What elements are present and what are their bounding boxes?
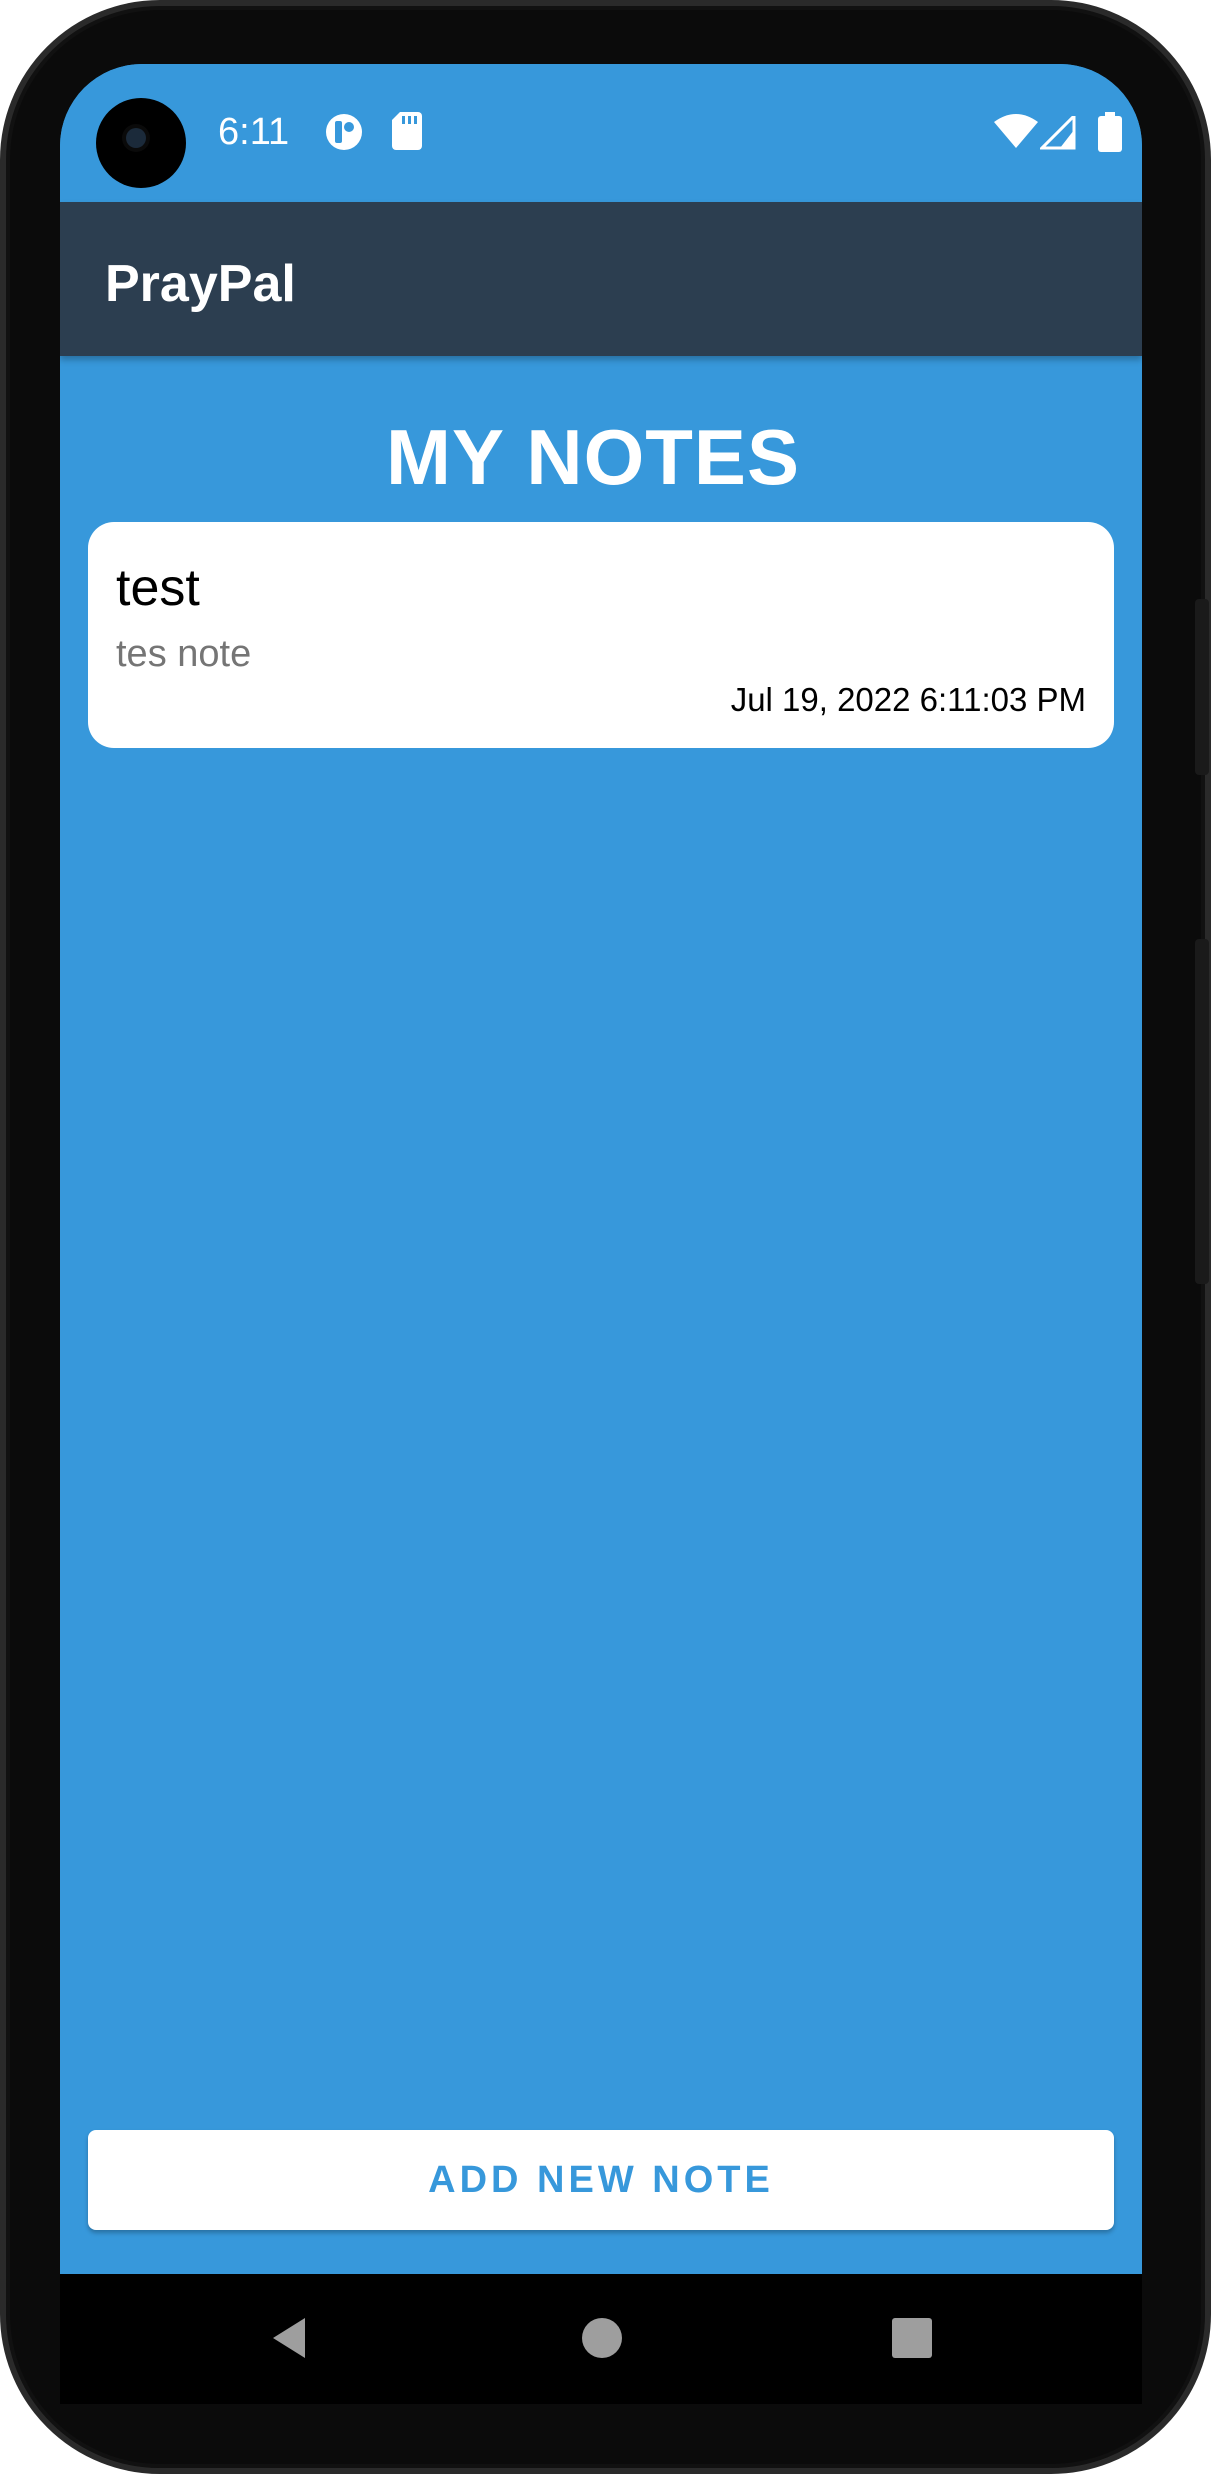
status-time: 6:11: [218, 111, 290, 153]
volume-button: [1195, 939, 1209, 1284]
note-card[interactable]: test tes note Jul 19, 2022 6:11:03 PM: [88, 522, 1114, 748]
recents-icon[interactable]: [890, 2310, 946, 2371]
r-app-icon: [324, 112, 364, 157]
sd-card-icon: [392, 112, 422, 155]
page-title: MY NOTES: [386, 413, 800, 501]
status-bar: 6:11: [60, 64, 1142, 202]
wifi-icon: [994, 114, 1038, 155]
note-title: test: [116, 559, 200, 617]
front-camera: [96, 98, 186, 188]
home-icon[interactable]: [580, 2310, 636, 2371]
cell-signal-icon: [1038, 112, 1076, 155]
note-date: Jul 19, 2022 6:11:03 PM: [730, 681, 1086, 718]
screen: 6:11 PrayPal MY NOTES test tes note Jul …: [60, 64, 1142, 2274]
add-new-note-button[interactable]: ADD NEW NOTE: [88, 2130, 1114, 2230]
note-body: tes note: [116, 633, 252, 675]
navigation-bar: [60, 2274, 1142, 2404]
power-button: [1195, 599, 1209, 775]
battery-icon: [1098, 112, 1122, 157]
app-title: PrayPal: [105, 255, 296, 313]
back-icon[interactable]: [265, 2310, 315, 2371]
app-bar: PrayPal: [60, 202, 1142, 356]
